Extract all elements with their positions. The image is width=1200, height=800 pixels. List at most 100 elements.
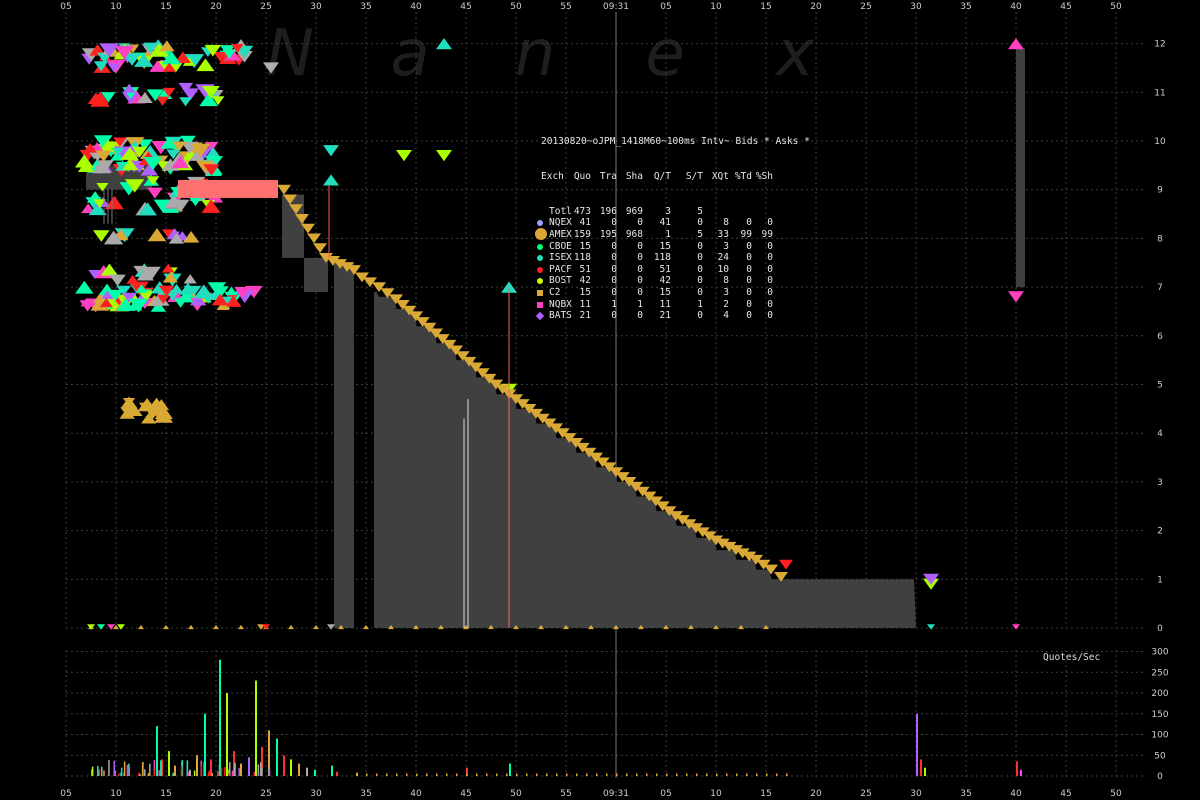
stats-cell: 0 — [767, 252, 773, 264]
quote-marker — [327, 624, 335, 630]
qps-bar — [1020, 769, 1022, 776]
stats-cell: 15 — [579, 286, 591, 298]
quotes-per-sec-label: Quotes/Sec — [1043, 652, 1101, 663]
stats-header-cell: S/T — [685, 170, 703, 182]
qps-bar-noise — [200, 764, 203, 776]
x-tick-label-top: 45 — [460, 2, 471, 12]
sub-y-tick-label: 100 — [1151, 731, 1168, 741]
stats-title: 20130820~oJPM_1418M60~100ms Intv~ Bids *… — [541, 136, 810, 148]
qps-bar-noise — [172, 772, 175, 776]
x-tick-label-bottom: 09:31 — [603, 789, 629, 799]
stats-cell: 473 — [573, 205, 591, 217]
qps-baseline-tick — [376, 773, 378, 776]
nbbo-block — [282, 194, 304, 258]
qps-baseline-tick — [736, 773, 738, 776]
qps-baseline-tick — [776, 773, 778, 776]
watermark: Na n e x — [266, 17, 815, 91]
qps-baseline-tick — [546, 773, 548, 776]
x-tick-label-top: 20 — [810, 2, 822, 12]
qps-baseline-tick — [636, 773, 638, 776]
qps-bar-noise — [234, 762, 236, 776]
stats-cell: 1 — [611, 298, 617, 310]
stats-row: AMEX 159 195 968 1 5 33 99 99 — [535, 227, 810, 241]
watermark-letter: a — [390, 17, 429, 91]
qps-bar — [168, 751, 170, 776]
stats-cell: 0 — [637, 252, 643, 264]
x-tick-label-bottom: 35 — [360, 789, 371, 799]
stats-cell: 11 — [659, 298, 671, 310]
stats-cell: 3 — [723, 286, 729, 298]
stats-cell: 15 — [579, 240, 591, 252]
stats-header-cell: Q/T — [653, 170, 671, 182]
x-tick-label-bottom: 25 — [860, 789, 871, 799]
stats-cell: 0 — [767, 217, 773, 229]
x-tick-label-bottom: 35 — [960, 789, 971, 799]
quote-marker — [109, 274, 126, 287]
qps-baseline-tick — [606, 773, 608, 776]
x-tick-label-bottom: 50 — [510, 789, 522, 799]
x-tick-label-bottom: 20 — [210, 789, 222, 799]
nbbo-block — [304, 257, 328, 292]
quote-marker — [155, 96, 170, 106]
qps-bar — [226, 693, 228, 776]
stats-row: CBOE 15 0 0 15 0 3 0 0 — [537, 240, 810, 253]
qps-baseline-tick — [486, 773, 488, 776]
quotes-per-sec-bars — [91, 659, 1022, 776]
qps-bar-noise — [114, 770, 116, 776]
qps-bar-noise — [261, 768, 263, 776]
quote-marker — [363, 624, 369, 630]
qps-bar-noise — [216, 771, 219, 776]
sub-y-tick-label: 300 — [1151, 648, 1168, 658]
stats-cell: 968 — [625, 228, 643, 240]
qps-bar — [290, 759, 292, 776]
qps-bar — [509, 763, 511, 776]
qps-baseline-tick — [406, 773, 408, 776]
stats-cell: 0 — [767, 286, 773, 298]
stats-cell: 0 — [767, 298, 773, 310]
qps-bar-noise — [101, 766, 103, 776]
quote-marker — [779, 559, 793, 570]
x-tick-label-bottom: 40 — [410, 789, 422, 799]
qps-baseline-tick — [716, 773, 718, 776]
stats-cell: 0 — [637, 263, 643, 275]
qps-bar-noise — [253, 771, 256, 776]
stats-cell: 118 — [653, 252, 671, 264]
qps-bar-noise — [123, 761, 126, 776]
stats-cell: 0 — [746, 286, 752, 298]
qps-baseline-tick — [676, 773, 678, 776]
stats-cell: 0 — [746, 252, 752, 264]
stats-cell: 4 — [723, 310, 729, 322]
qps-baseline-tick — [686, 773, 688, 776]
watermark-letter: e — [645, 17, 684, 91]
qps-bar — [298, 763, 300, 776]
x-tick-label-bottom: 45 — [1060, 789, 1071, 799]
qps-bar-noise — [238, 768, 240, 776]
stats-cell: 0 — [611, 286, 617, 298]
stats-cell: 15 — [659, 240, 671, 252]
stats-row: ISEX 118 0 0 118 0 24 0 0 — [537, 252, 810, 264]
quote-marker — [436, 150, 452, 162]
stats-cell: 0 — [637, 240, 643, 252]
stats-cell: 0 — [637, 275, 643, 287]
stats-cell: 21 — [659, 310, 671, 322]
x-tick-label-bottom: 25 — [260, 789, 271, 799]
qps-bar-noise — [180, 765, 183, 776]
stats-cell: 0 — [611, 275, 617, 287]
stats-cell: 33 — [717, 228, 729, 240]
stats-header-cell: XQt — [711, 170, 729, 182]
qps-baseline-tick — [476, 773, 478, 776]
quote-marker — [1012, 624, 1020, 630]
quote-marker — [213, 624, 219, 630]
quote-marker — [313, 624, 319, 630]
qps-bar-noise — [257, 773, 260, 776]
stats-cell: 0 — [767, 275, 773, 287]
qps-baseline-tick — [766, 773, 768, 776]
qps-bar — [174, 765, 176, 776]
stats-cell: 118 — [573, 252, 591, 264]
stats-row: BATS 21 0 0 21 0 4 0 0 — [535, 310, 810, 322]
stats-cell: 42 — [579, 275, 591, 287]
qps-bar — [219, 659, 221, 776]
sub-y-tick-label: 0 — [1157, 772, 1163, 782]
x-tick-label-top: 25 — [860, 2, 871, 12]
y-tick-label: 7 — [1157, 283, 1163, 293]
